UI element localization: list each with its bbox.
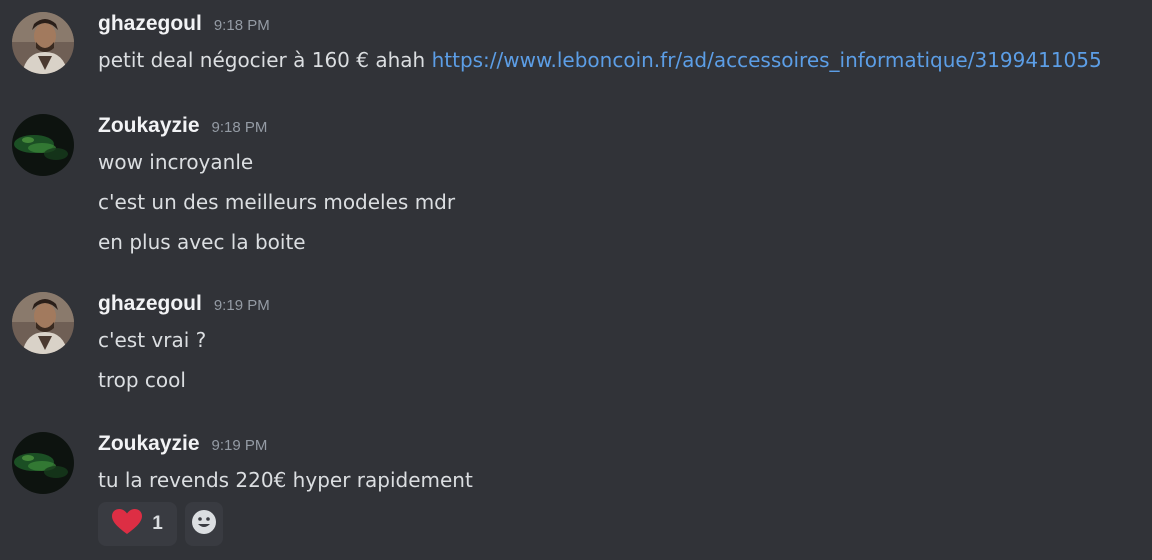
timestamp: 9:18 PM [211,119,268,136]
timestamp: 9:19 PM [211,437,268,454]
smiley-icon [191,509,217,539]
timestamp: 9:19 PM [213,297,270,314]
reactions-bar: 1 [98,502,223,546]
reaction-count: 1 [152,513,163,534]
avatar[interactable] [12,114,74,176]
message-text: wow incroyanle [98,150,254,174]
timestamp: 9:18 PM [213,17,270,34]
chat-messages: ghazegoul 9:18 PM petit deal négocier à … [0,0,1152,560]
avatar[interactable] [12,292,74,354]
username[interactable]: Zoukayzie [98,114,200,138]
avatar[interactable] [12,432,74,494]
reaction-heart[interactable]: 1 [98,502,177,546]
message-text-content: petit deal négocier à 160 € ahah [98,48,432,72]
username[interactable]: Zoukayzie [98,432,200,456]
message-text: c'est vrai ? [98,328,207,352]
username[interactable]: ghazegoul [98,292,202,316]
username[interactable]: ghazegoul [98,12,202,36]
message-header: ghazegoul 9:18 PM [98,12,270,42]
message-link[interactable]: https://www.leboncoin.fr/ad/accessoires_… [432,48,1102,72]
message-text: trop cool [98,368,186,392]
message-text: c'est un des meilleurs modeles mdr [98,190,456,214]
message-text: tu la revends 220€ hyper rapidement [98,468,473,492]
message-header: Zoukayzie 9:19 PM [98,432,267,462]
message-text: petit deal négocier à 160 € ahah https:/… [98,48,1102,72]
avatar[interactable] [12,12,74,74]
heart-icon [112,509,143,539]
message-header: Zoukayzie 9:18 PM [98,114,267,144]
message-header: ghazegoul 9:19 PM [98,292,270,322]
add-reaction-button[interactable] [185,502,223,546]
message-text: en plus avec la boite [98,230,306,254]
